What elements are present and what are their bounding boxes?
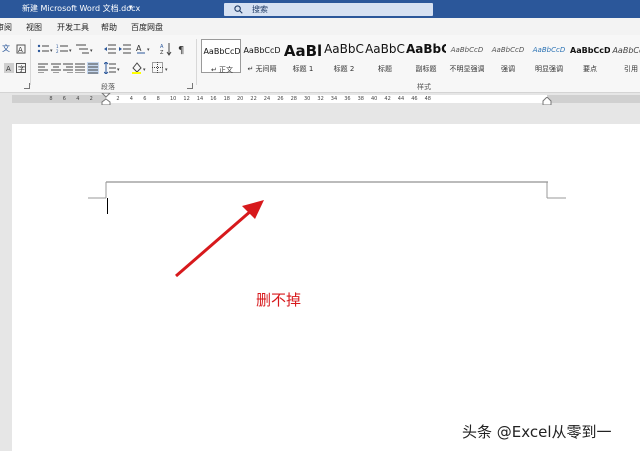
red-arrow-shaft <box>175 208 253 278</box>
document-overlay <box>88 181 566 278</box>
annotation-text: 删不掉 <box>256 291 302 309</box>
watermark: 头条 @Excel从零到一 <box>462 423 612 441</box>
text-cursor <box>107 198 108 214</box>
